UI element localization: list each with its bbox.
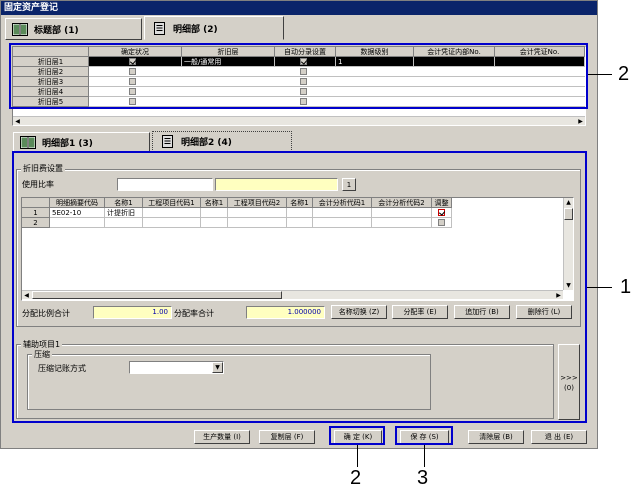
scroll-right-icon[interactable]: ▶ xyxy=(576,117,585,126)
callout-box-confirm xyxy=(329,426,385,445)
clear-layer-button[interactable]: 清除层 (B) xyxy=(468,430,524,444)
callout-number-save: 3 xyxy=(417,467,429,489)
horizontal-scrollbar[interactable]: ◀ ▶ xyxy=(13,116,585,125)
book-icon xyxy=(12,22,28,36)
tab-detail-label: 明细部 (2) xyxy=(173,24,218,35)
callout-box-1 xyxy=(12,151,587,423)
callout-box-2 xyxy=(9,43,588,109)
callout-number-2: 2 xyxy=(618,63,630,85)
callout-line-1 xyxy=(587,287,612,288)
exit-button[interactable]: 退 出 (E) xyxy=(531,430,587,444)
production-qty-button[interactable]: 生产数量 (I) xyxy=(194,430,250,444)
document-icon xyxy=(159,135,175,148)
tab-detail-1[interactable]: 明细部1 (3) xyxy=(13,132,150,152)
tab-detail-2[interactable]: 明细部2 (4) xyxy=(152,131,292,152)
window-title: 固定资产登记 xyxy=(1,1,597,15)
tab-header-label: 标题部 (1) xyxy=(34,25,79,36)
scroll-left-icon[interactable]: ◀ xyxy=(13,117,22,126)
callout-number-1: 1 xyxy=(620,276,632,298)
callout-box-save xyxy=(395,426,453,445)
tab-detail-section[interactable]: 明细部 (2) xyxy=(144,16,284,40)
callout-line-save xyxy=(424,445,425,467)
copy-layer-button[interactable]: 复制层 (F) xyxy=(259,430,315,444)
callout-number-confirm: 2 xyxy=(350,467,362,489)
callout-line-2 xyxy=(588,74,612,75)
book-icon xyxy=(20,135,36,149)
callout-line-confirm xyxy=(357,445,358,467)
document-icon xyxy=(151,21,167,35)
tab-detail-1-label: 明细部1 (3) xyxy=(42,138,93,149)
tab-detail-2-label: 明细部2 (4) xyxy=(181,138,232,148)
tab-header-section[interactable]: 标题部 (1) xyxy=(5,18,142,40)
